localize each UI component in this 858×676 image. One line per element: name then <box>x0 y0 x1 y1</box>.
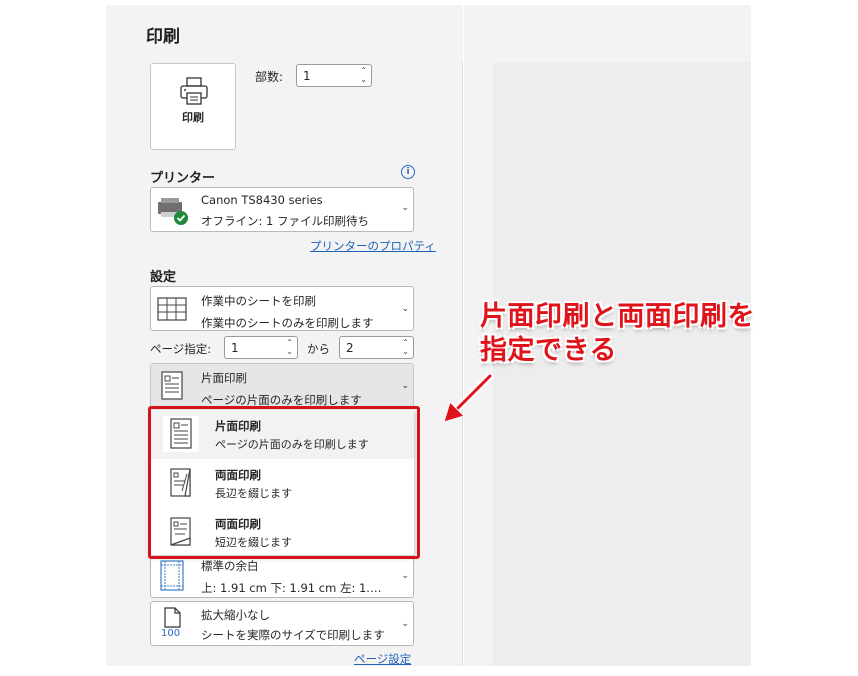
print-button-label: 印刷 <box>182 111 204 124</box>
annotation-line1: 片面印刷と両面印刷を <box>480 301 755 332</box>
scaling-dropdown[interactable]: 100 拡大縮小なし シートを実際のサイズで印刷します ⌄ <box>150 601 414 646</box>
sheet-grid-icon <box>157 297 187 321</box>
page-setup-link[interactable]: ページ設定 <box>354 651 411 667</box>
pages-label: ページ指定: <box>150 342 212 356</box>
stepper-arrows-icon[interactable]: ⌃ ⌄ <box>402 338 409 356</box>
chevron-down-icon: ⌄ <box>401 304 409 314</box>
panel-divider <box>462 62 463 666</box>
pages-to-stepper[interactable]: 2 ⌃ ⌄ <box>339 336 414 359</box>
single-sided-icon <box>161 371 183 400</box>
stepper-arrows-icon[interactable]: ⌃ ⌄ <box>360 66 367 84</box>
pages-to-value: 2 <box>346 341 354 355</box>
highlight-frame <box>148 406 420 559</box>
chevron-down-icon: ⌄ <box>401 381 409 391</box>
stepper-arrows-icon[interactable]: ⌃ ⌄ <box>286 338 293 356</box>
annotation-line2: 指定できる <box>480 335 617 366</box>
chevron-down-icon: ⌄ <box>401 571 409 581</box>
print-scope-title: 作業中のシートを印刷 <box>201 294 316 308</box>
sides-dropdown[interactable]: 片面印刷 ページの片面のみを印刷します ⌄ <box>150 363 414 408</box>
scaling-desc: シートを実際のサイズで印刷します <box>201 628 385 642</box>
annotation-text: 片面印刷と両面印刷を 指定できる <box>480 300 755 368</box>
printer-section-title: プリンター <box>150 171 216 186</box>
chevron-down-icon: ⌄ <box>401 619 409 629</box>
copies-value: 1 <box>303 69 311 83</box>
printer-name: Canon TS8430 series <box>201 193 323 207</box>
page-title: 印刷 <box>146 27 180 47</box>
pages-to-label: から <box>307 342 330 356</box>
printer-icon <box>180 77 208 105</box>
info-icon[interactable]: i <box>401 165 415 179</box>
chevron-down-icon: ⌄ <box>401 203 409 213</box>
print-scope-dropdown[interactable]: 作業中のシートを印刷 作業中のシートのみを印刷します ⌄ <box>150 286 414 331</box>
print-scope-desc: 作業中のシートのみを印刷します <box>201 316 374 330</box>
annotation-arrow-icon <box>443 372 494 423</box>
scaling-title: 拡大縮小なし <box>201 608 270 622</box>
printer-ready-icon <box>158 198 188 225</box>
scaling-icon-text: 100 <box>161 628 181 639</box>
copies-stepper[interactable]: 1 ⌃ ⌄ <box>296 64 372 87</box>
margins-dropdown[interactable]: 標準の余白 上: 1.91 cm 下: 1.91 cm 左: 1.… ⌄ <box>150 553 414 598</box>
printer-properties-link[interactable]: プリンターのプロパティ <box>310 238 436 254</box>
margins-icon <box>160 560 184 591</box>
margins-title: 標準の余白 <box>201 559 259 573</box>
copies-label: 部数: <box>255 70 284 84</box>
printer-dropdown[interactable]: Canon TS8430 series オフライン: 1 ファイル印刷待ち ⌄ <box>150 187 414 232</box>
pages-from-value: 1 <box>231 341 239 355</box>
sides-title: 片面印刷 <box>201 371 247 385</box>
settings-section-title: 設定 <box>150 270 177 285</box>
print-button[interactable]: 印刷 <box>150 63 236 150</box>
printer-status: オフライン: 1 ファイル印刷待ち <box>201 214 370 228</box>
pages-from-stepper[interactable]: 1 ⌃ ⌄ <box>224 336 298 359</box>
margins-desc: 上: 1.91 cm 下: 1.91 cm 左: 1.… <box>201 581 382 595</box>
